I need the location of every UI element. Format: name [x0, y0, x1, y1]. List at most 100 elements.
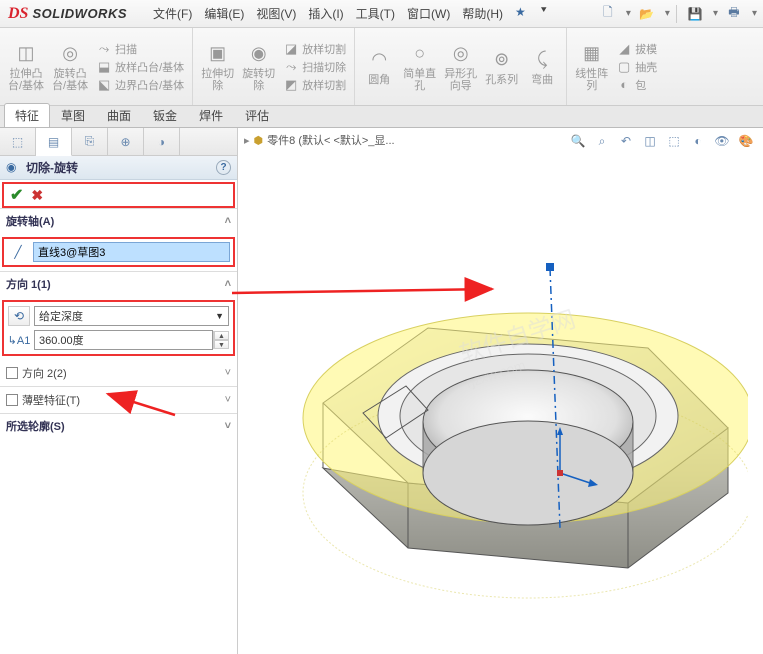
chevron-up-icon: ˄ — [225, 278, 231, 290]
ribbon-extrude-cut[interactable]: ▣拉伸切 除 — [197, 30, 238, 103]
view-toolbar: 🔍 ⌕ ↶ ◫ ⬚ ◐ 👁 🎨 — [565, 128, 759, 154]
ok-button[interactable]: ✔ — [10, 185, 23, 205]
property-manager: ⬚ ▤ ⎘ ⊕ ◑ ◉ 切除-旋转 ? ✔ ✖ 旋转轴(A)˄ ╱ — [0, 128, 238, 654]
help-icon[interactable]: ? — [216, 160, 231, 175]
section-view-icon[interactable]: ◫ — [640, 131, 660, 151]
view-orientation-icon[interactable]: ⬚ — [664, 131, 684, 151]
menu-edit[interactable]: 编辑(E) — [204, 5, 244, 22]
pm-axis-header[interactable]: 旋转轴(A)˄ — [0, 209, 237, 233]
pm-dir1-header[interactable]: 方向 1(1)˄ — [0, 272, 237, 296]
thin-checkbox[interactable] — [6, 394, 18, 406]
tab-weldments[interactable]: 焊件 — [188, 103, 234, 127]
tab-evaluate[interactable]: 评估 — [234, 103, 280, 127]
menu-window[interactable]: 窗口(W) — [407, 5, 450, 22]
app-logo: DS SOLIDWORKS — [0, 5, 135, 23]
cut-revolve-icon: ◉ — [6, 160, 22, 176]
qat-print-icon[interactable]: 🖶 — [722, 4, 746, 24]
ribbon-hole-series[interactable]: ⊚孔系列 — [481, 30, 522, 103]
command-tabs: 特征 草图 曲面 钣金 焊件 评估 — [0, 106, 763, 128]
ribbon-draft[interactable]: ◢拔模 — [612, 40, 661, 58]
cancel-button[interactable]: ✖ — [31, 187, 43, 204]
ribbon-sweep[interactable]: ⤳扫描 — [92, 40, 188, 58]
chevron-down-icon: ˅ — [225, 394, 231, 406]
chevron-up-icon: ˄ — [225, 215, 231, 227]
pm-tab-feature-tree-icon[interactable]: ⬚ — [0, 128, 36, 155]
previous-view-icon[interactable]: ↶ — [616, 131, 636, 151]
menubar: 文件(F) 编辑(E) 视图(V) 插入(I) 工具(T) 窗口(W) 帮助(H… — [135, 5, 548, 22]
ribbon-revolve-cut[interactable]: ◉旋转切 除 — [238, 30, 279, 103]
pm-section-axis: 旋转轴(A)˄ ╱ — [0, 208, 237, 271]
pm-tabstrip: ⬚ ▤ ⎘ ⊕ ◑ — [0, 128, 237, 156]
part-icon: ⬢ — [254, 134, 264, 147]
pm-tab-display-icon[interactable]: ◑ — [144, 128, 180, 155]
dropdown-arrow-icon: ▼ — [215, 311, 224, 321]
titlebar: DS SOLIDWORKS 文件(F) 编辑(E) 视图(V) 插入(I) 工具… — [0, 0, 763, 28]
pm-contours-header[interactable]: 所选轮廓(S)˅ — [0, 413, 237, 438]
qat-open-icon[interactable]: 📂 — [635, 4, 659, 24]
menu-file[interactable]: 文件(F) — [153, 5, 192, 22]
direction-type-select[interactable]: 给定深度▼ — [34, 306, 229, 326]
ribbon-group-features: ◫拉伸凸 台/基体 ◎旋转凸 台/基体 ⤳扫描 ⬓放样凸台/基体 ⬕边界凸台/基… — [0, 28, 193, 105]
angle-spinner[interactable]: ▲▼ — [213, 331, 229, 349]
qat-new-icon[interactable]: 🗋 — [596, 4, 620, 24]
breadcrumb: ▸ ⬢ 零件8 (默认< <默认>_显... — [244, 132, 395, 148]
tab-features[interactable]: 特征 — [4, 103, 50, 127]
pm-title: 切除-旋转 — [26, 159, 216, 176]
ribbon-revolve-boss[interactable]: ◎旋转凸 台/基体 — [48, 30, 92, 103]
appearance-icon[interactable]: 🎨 — [736, 131, 756, 151]
chevron-down-icon: ˅ — [225, 420, 231, 432]
pm-ok-cancel-bar: ✔ ✖ — [2, 182, 235, 208]
ribbon-linear-pattern[interactable]: ▦线性阵 列 — [571, 30, 612, 103]
axis-icon: ╱ — [7, 242, 29, 262]
pm-tab-config-icon[interactable]: ⎘ — [72, 128, 108, 155]
model-preview: 软件自学网 rjzxw.com — [288, 238, 748, 618]
ribbon-wrap[interactable]: ◐包 — [612, 76, 661, 94]
zoom-fit-icon[interactable]: 🔍 — [568, 131, 588, 151]
zoom-area-icon[interactable]: ⌕ — [592, 131, 612, 151]
pm-thin-row[interactable]: 薄壁特征(T) ˅ — [0, 386, 237, 413]
logo-icon: DS — [8, 5, 28, 23]
ribbon-extrude-boss[interactable]: ◫拉伸凸 台/基体 — [4, 30, 48, 103]
menu-help[interactable]: 帮助(H) — [462, 5, 503, 22]
menu-tools[interactable]: 工具(T) — [356, 5, 395, 22]
ribbon-loft[interactable]: ⬓放样凸台/基体 — [92, 58, 188, 76]
ribbon-bend[interactable]: ⤹弯曲 — [522, 30, 562, 103]
hide-show-icon[interactable]: 👁 — [712, 131, 732, 151]
qat-save-icon[interactable]: 💾 — [683, 4, 707, 24]
logo-text: SOLIDWORKS — [32, 6, 127, 21]
pm-tab-dimxpert-icon[interactable]: ⊕ — [108, 128, 144, 155]
pm-direction2-row[interactable]: 方向 2(2) ˅ — [0, 360, 237, 386]
tab-surface[interactable]: 曲面 — [96, 103, 142, 127]
ribbon-hole-wizard[interactable]: ◎异形孔 向导 — [440, 30, 481, 103]
ribbon-boundary[interactable]: ⬕边界凸台/基体 — [92, 76, 188, 94]
quick-access-toolbar: 🗋▾ 📂▾ 💾▾ 🖶▾ — [596, 4, 763, 24]
axis-input[interactable] — [33, 242, 230, 262]
ribbon-boundary-cut[interactable]: ◩放样切割 — [279, 76, 350, 94]
reverse-direction-icon[interactable]: ⟲ — [8, 306, 30, 326]
breadcrumb-part[interactable]: 零件8 (默认< <默认>_显... — [267, 132, 394, 148]
ribbon-simple-hole[interactable]: ○简单直 孔 — [399, 30, 440, 103]
pm-section-direction1: 方向 1(1)˄ ⟲ 给定深度▼ ↳A1 360.00度 — [0, 271, 237, 360]
main-area: ⬚ ▤ ⎘ ⊕ ◑ ◉ 切除-旋转 ? ✔ ✖ 旋转轴(A)˄ ╱ — [0, 128, 763, 654]
ribbon-shell[interactable]: ▢抽壳 — [612, 58, 661, 76]
ribbon-group-holes: ◠圆角 ○简单直 孔 ◎异形孔 向导 ⊚孔系列 ⤹弯曲 — [355, 28, 567, 105]
graphics-area[interactable]: ▸ ⬢ 零件8 (默认< <默认>_显... 🔍 ⌕ ↶ ◫ ⬚ ◐ 👁 🎨 — [238, 128, 763, 654]
pm-tab-property-manager-icon[interactable]: ▤ — [36, 128, 72, 156]
chevron-down-icon: ˅ — [225, 367, 231, 379]
angle-input[interactable]: 360.00度 — [34, 330, 213, 350]
dir2-checkbox[interactable] — [6, 367, 18, 379]
ribbon-sweep-cut[interactable]: ⤳扫描切除 — [279, 58, 350, 76]
menu-overflow-icon[interactable]: ⯆ — [540, 5, 548, 22]
pm-header: ◉ 切除-旋转 ? — [0, 156, 237, 180]
menu-star-icon[interactable]: ★ — [515, 5, 526, 22]
tab-sheetmetal[interactable]: 钣金 — [142, 103, 188, 127]
breadcrumb-arrow-icon[interactable]: ▸ — [244, 134, 250, 147]
ribbon-fillet[interactable]: ◠圆角 — [359, 30, 399, 103]
tab-sketch[interactable]: 草图 — [50, 103, 96, 127]
display-style-icon[interactable]: ◐ — [688, 131, 708, 151]
ribbon-group-pattern: ▦线性阵 列 ◢拔模 ▢抽壳 ◐包 — [567, 28, 665, 105]
ribbon-loft-cut[interactable]: ◪放样切割 — [279, 40, 350, 58]
angle-icon: ↳A1 — [8, 330, 30, 350]
menu-insert[interactable]: 插入(I) — [308, 5, 343, 22]
menu-view[interactable]: 视图(V) — [256, 5, 296, 22]
